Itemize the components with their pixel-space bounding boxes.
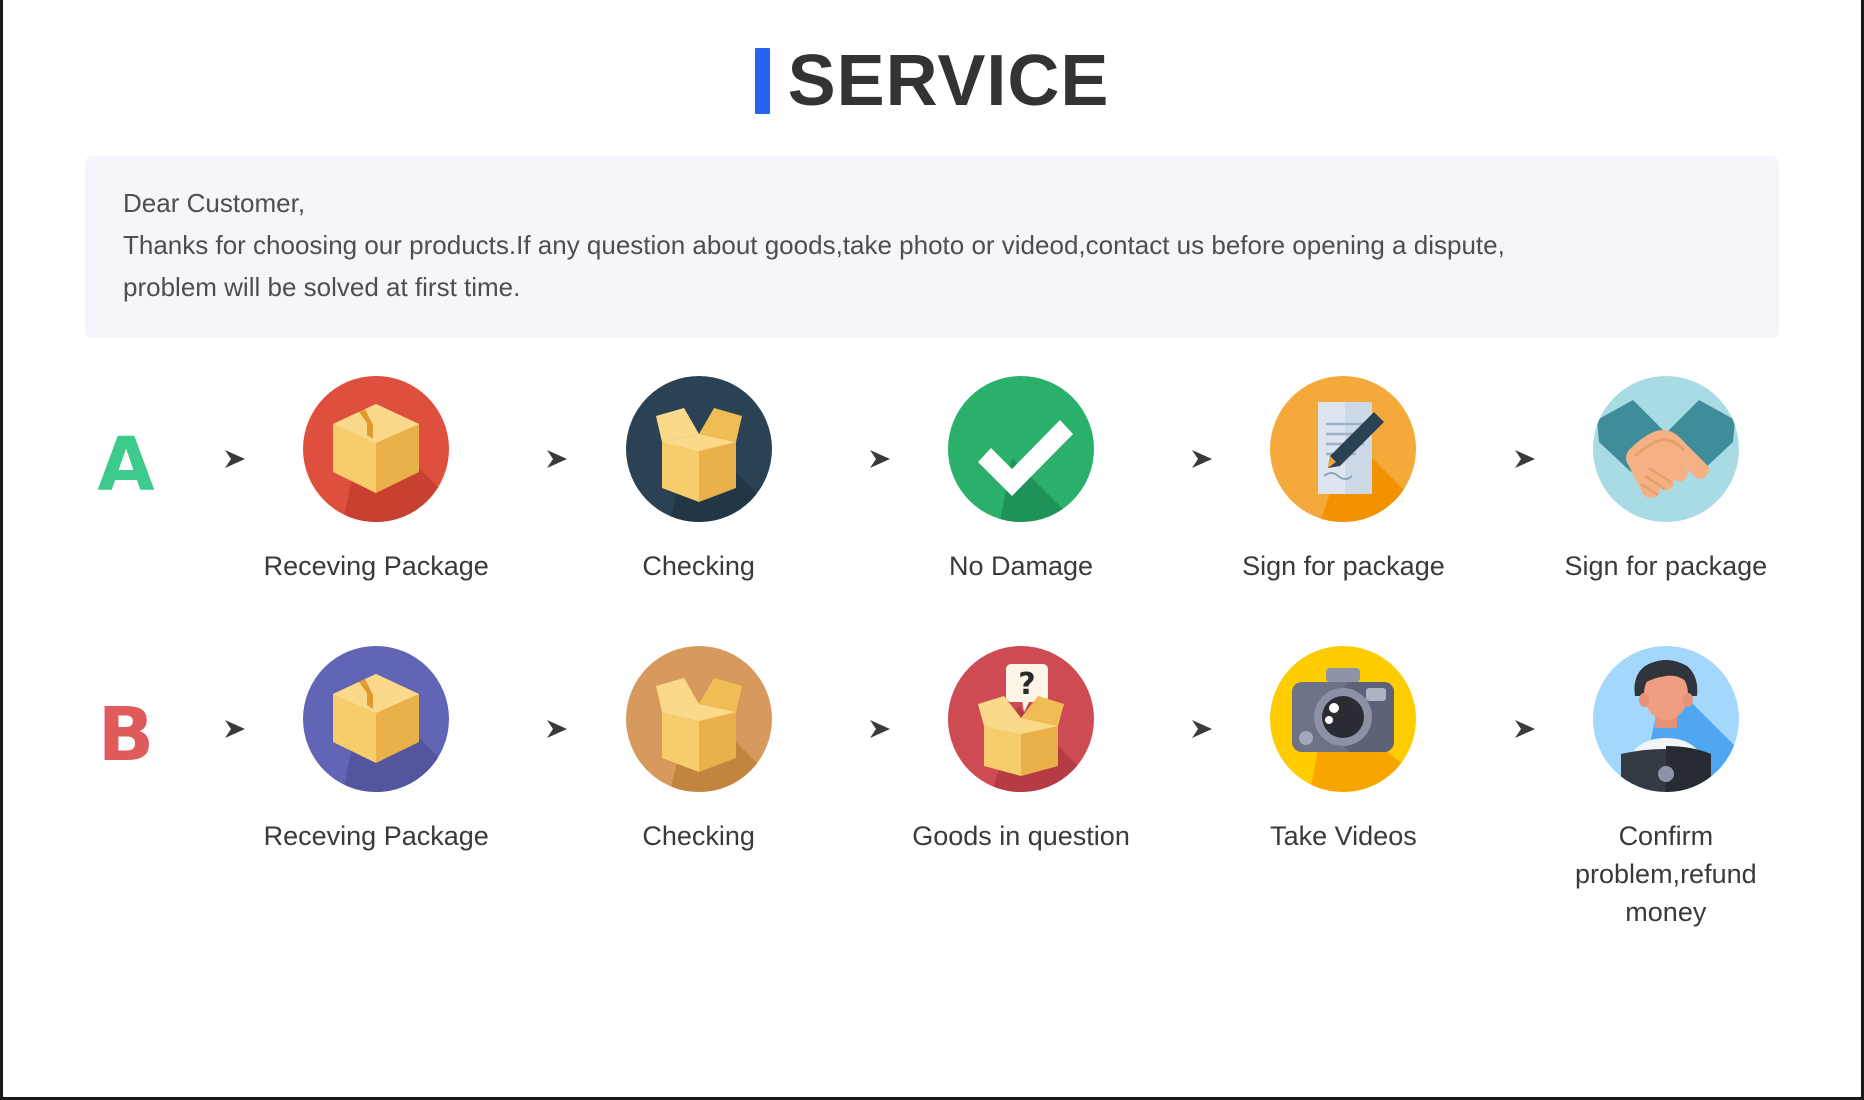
step-label: Sign for package	[1564, 551, 1768, 582]
process-step: ? Goods in question	[906, 646, 1136, 856]
process-step: Confirm problem,refund money	[1551, 646, 1781, 931]
camera-icon	[1270, 646, 1417, 793]
svg-text:?: ?	[1018, 667, 1035, 702]
process-step: Sign for package	[1551, 376, 1781, 586]
arrow-icon	[491, 646, 583, 812]
question-box-icon: ?	[948, 646, 1095, 793]
step-label: Receving Package	[263, 551, 489, 582]
service-page: SERVICE Dear Customer, Thanks for choosi…	[0, 0, 1864, 1100]
process-step: Take Videos	[1228, 646, 1458, 856]
support-agent-icon	[1592, 646, 1739, 793]
flow-row-a: A Receving Package Checking No Damage Si…	[3, 376, 1861, 586]
process-step: Checking	[583, 646, 813, 856]
flow-label-a: A	[97, 422, 155, 509]
step-label: Take Videos	[1270, 821, 1417, 852]
notice-line-1: Dear Customer,	[123, 188, 306, 218]
process-step: Sign for package	[1228, 376, 1458, 586]
title-accent-bar	[754, 48, 770, 114]
process-flows: A Receving Package Checking No Damage Si…	[3, 376, 1861, 931]
step-label: Checking	[642, 821, 755, 852]
arrow-icon	[169, 646, 261, 812]
handshake-icon	[1592, 376, 1739, 523]
check-mark-icon	[948, 376, 1095, 523]
arrow-icon	[1136, 646, 1228, 812]
process-step: No Damage	[906, 376, 1136, 586]
package-box-icon	[303, 646, 450, 793]
open-box-icon	[625, 646, 772, 793]
arrow-icon	[1459, 646, 1551, 812]
step-label: Goods in question	[912, 821, 1130, 852]
package-box-icon	[303, 376, 450, 523]
notice-line-2: Thanks for choosing our products.If any …	[123, 230, 1505, 261]
step-label: Confirm problem,refund money	[1575, 821, 1757, 927]
open-box-icon	[625, 376, 772, 523]
process-step: Checking	[583, 376, 813, 586]
step-label: No Damage	[948, 551, 1094, 582]
process-step: Receving Package	[261, 376, 491, 586]
process-step: Receving Package	[261, 646, 491, 856]
arrow-icon	[169, 376, 261, 542]
notice-line-3: problem will be solved at first time.	[123, 272, 521, 303]
arrow-icon	[1459, 376, 1551, 542]
arrow-icon	[1136, 376, 1228, 542]
flow-label-b: B	[97, 692, 155, 779]
step-label: Sign for package	[1242, 551, 1445, 582]
arrow-icon	[814, 376, 906, 542]
customer-notice-box: Dear Customer, Thanks for choosing our p…	[85, 156, 1779, 339]
step-label: Receving Package	[263, 821, 489, 852]
arrow-icon	[491, 376, 583, 542]
document-pen-icon	[1270, 376, 1417, 523]
flow-row-b: B Receving Package Checking ? Goods in q…	[3, 646, 1861, 931]
page-title-text: SERVICE	[787, 41, 1110, 121]
page-title: SERVICE	[3, 0, 1861, 120]
arrow-icon	[814, 646, 906, 812]
step-label: Checking	[642, 551, 755, 582]
